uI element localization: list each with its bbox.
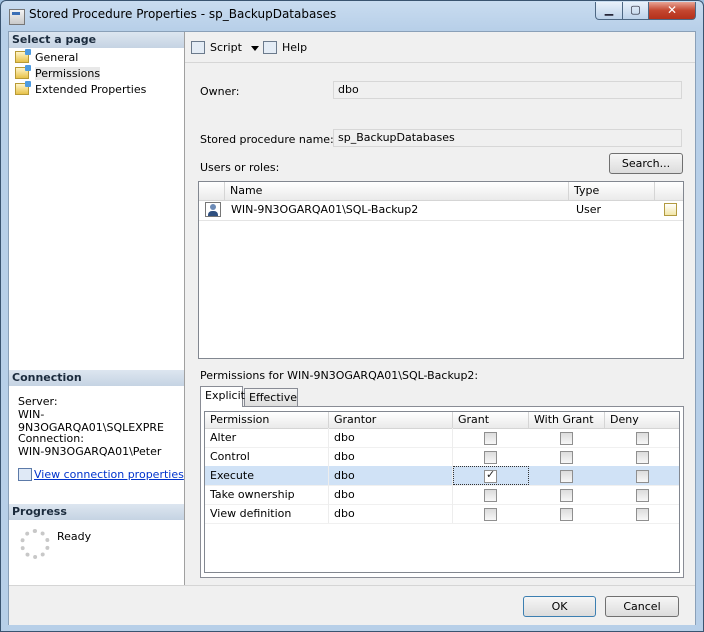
with-grant-checkbox[interactable] [560,451,573,464]
server-label: Server: [18,395,58,408]
help-icon [263,41,277,54]
permission-grantor: dbo [329,447,453,466]
page-extended-properties[interactable]: Extended Properties [13,81,147,98]
table-row[interactable]: View definition dbo [205,504,679,524]
maximize-button[interactable]: ▢ [622,2,649,20]
page-general-label: General [35,51,79,64]
permissions-table-header: Permission Grantor Grant With Grant Deny [205,412,679,429]
table-row[interactable]: Take ownership dbo [205,485,679,505]
select-page-header: Select a page [9,32,184,48]
spname-label: Stored procedure name: [200,133,334,146]
progress-spinner-icon [20,529,50,559]
permissions-table: Permission Grantor Grant With Grant Deny… [204,411,680,573]
name-column-header[interactable]: Name [225,182,569,200]
page-general[interactable]: General [13,49,79,66]
user-icon [205,202,221,217]
script-button[interactable]: Script [191,40,242,56]
window-title: Stored Procedure Properties - sp_BackupD… [29,7,337,21]
progress-status: Ready [57,530,92,543]
permission-name: Execute [205,466,329,485]
grant-checkbox[interactable] [484,468,497,483]
deny-checkbox[interactable] [636,470,649,483]
properties-window: Stored Procedure Properties - sp_BackupD… [0,0,704,632]
users-grid-header: Name Type [199,182,683,201]
permission-column-header[interactable]: Permission [205,412,329,428]
tab-explicit[interactable]: Explicit [200,386,245,407]
connection-label: Connection: [18,432,84,445]
owner-label: Owner: [200,85,240,98]
help-label: Help [282,41,308,54]
permission-name: View definition [205,504,329,523]
grant-checkbox[interactable] [484,432,497,445]
toolbar: Script Help [185,32,695,63]
permission-name: Take ownership [205,485,329,504]
permission-name: Control [205,447,329,466]
icon-column-header [199,182,225,200]
deny-checkbox[interactable] [636,508,649,521]
ok-button[interactable]: OK [523,596,596,617]
permissions-panel: Permission Grantor Grant With Grant Deny… [200,406,684,578]
script-icon [191,41,205,54]
view-connection-properties-label: View connection properties [34,468,184,481]
with-grant-checkbox[interactable] [560,470,573,483]
table-row[interactable]: Control dbo [205,447,679,467]
permissions-for-label: Permissions for WIN-9N3OGARQA01\SQL-Back… [200,369,479,382]
help-button[interactable]: Help [263,40,307,56]
dialog-client: Select a page General Permissions Extend… [8,31,696,625]
owner-field: dbo [333,81,682,99]
grantor-column-header[interactable]: Grantor [329,412,453,428]
permission-grantor: dbo [329,485,453,504]
connection-header: Connection [9,370,184,386]
deny-column-header[interactable]: Deny [605,412,679,428]
grant-checkbox[interactable] [484,508,497,521]
grant-checkbox[interactable] [484,451,497,464]
with-grant-checkbox[interactable] [560,508,573,521]
users-grid: Name Type WIN-9N3OGARQA01\SQL-Backup2 Us… [198,181,684,359]
deny-checkbox[interactable] [636,489,649,502]
with-grant-checkbox[interactable] [560,489,573,502]
page-permissions-label: Permissions [35,67,101,80]
progress-header: Progress [9,504,184,520]
users-roles-label: Users or roles: [200,161,280,174]
window-icon [9,9,25,25]
close-button[interactable]: ✕ [648,2,696,20]
properties-icon [18,468,32,481]
view-connection-properties-link[interactable]: View connection properties [18,468,184,481]
page-icon [15,81,31,95]
user-name: WIN-9N3OGARQA01\SQL-Backup2 [231,203,419,216]
search-button[interactable]: Search... [609,153,683,174]
dialog-button-bar: OK Cancel [9,585,695,625]
minimize-button[interactable]: ▁ [595,2,623,20]
right-panel: Script Help Owner: dbo Stored procedure … [185,32,695,585]
permission-grantor: dbo [329,428,453,447]
table-row[interactable]: Execute dbo [205,466,679,486]
table-row[interactable]: WIN-9N3OGARQA01\SQL-Backup2 User [199,200,683,221]
spname-field: sp_BackupDatabases [333,129,682,147]
page-extended-properties-label: Extended Properties [35,83,147,96]
script-label: Script [210,41,242,54]
page-icon [15,49,31,63]
table-row[interactable]: Alter dbo [205,428,679,448]
script-dropdown-icon[interactable] [251,46,259,51]
page-icon [15,65,31,79]
permission-grantor: dbo [329,504,453,523]
page-permissions[interactable]: Permissions [13,65,101,82]
deny-checkbox[interactable] [636,432,649,445]
edit-icon[interactable] [664,203,677,216]
grant-checkbox[interactable] [484,489,497,502]
left-panel: Select a page General Permissions Extend… [9,32,185,585]
permission-grantor: dbo [329,466,453,485]
cancel-button[interactable]: Cancel [605,596,679,617]
with-grant-column-header[interactable]: With Grant [529,412,605,428]
user-type: User [576,203,602,216]
grant-column-header[interactable]: Grant [453,412,529,428]
type-column-header[interactable]: Type [569,182,655,200]
title-bar[interactable]: Stored Procedure Properties - sp_BackupD… [1,1,703,31]
with-grant-checkbox[interactable] [560,432,573,445]
tab-effective[interactable]: Effective [244,388,298,407]
server-value: WIN-9N3OGARQA01\SQLEXPRE [18,408,164,434]
deny-checkbox[interactable] [636,451,649,464]
permission-name: Alter [205,428,329,447]
connection-value: WIN-9N3OGARQA01\Peter [18,445,162,458]
